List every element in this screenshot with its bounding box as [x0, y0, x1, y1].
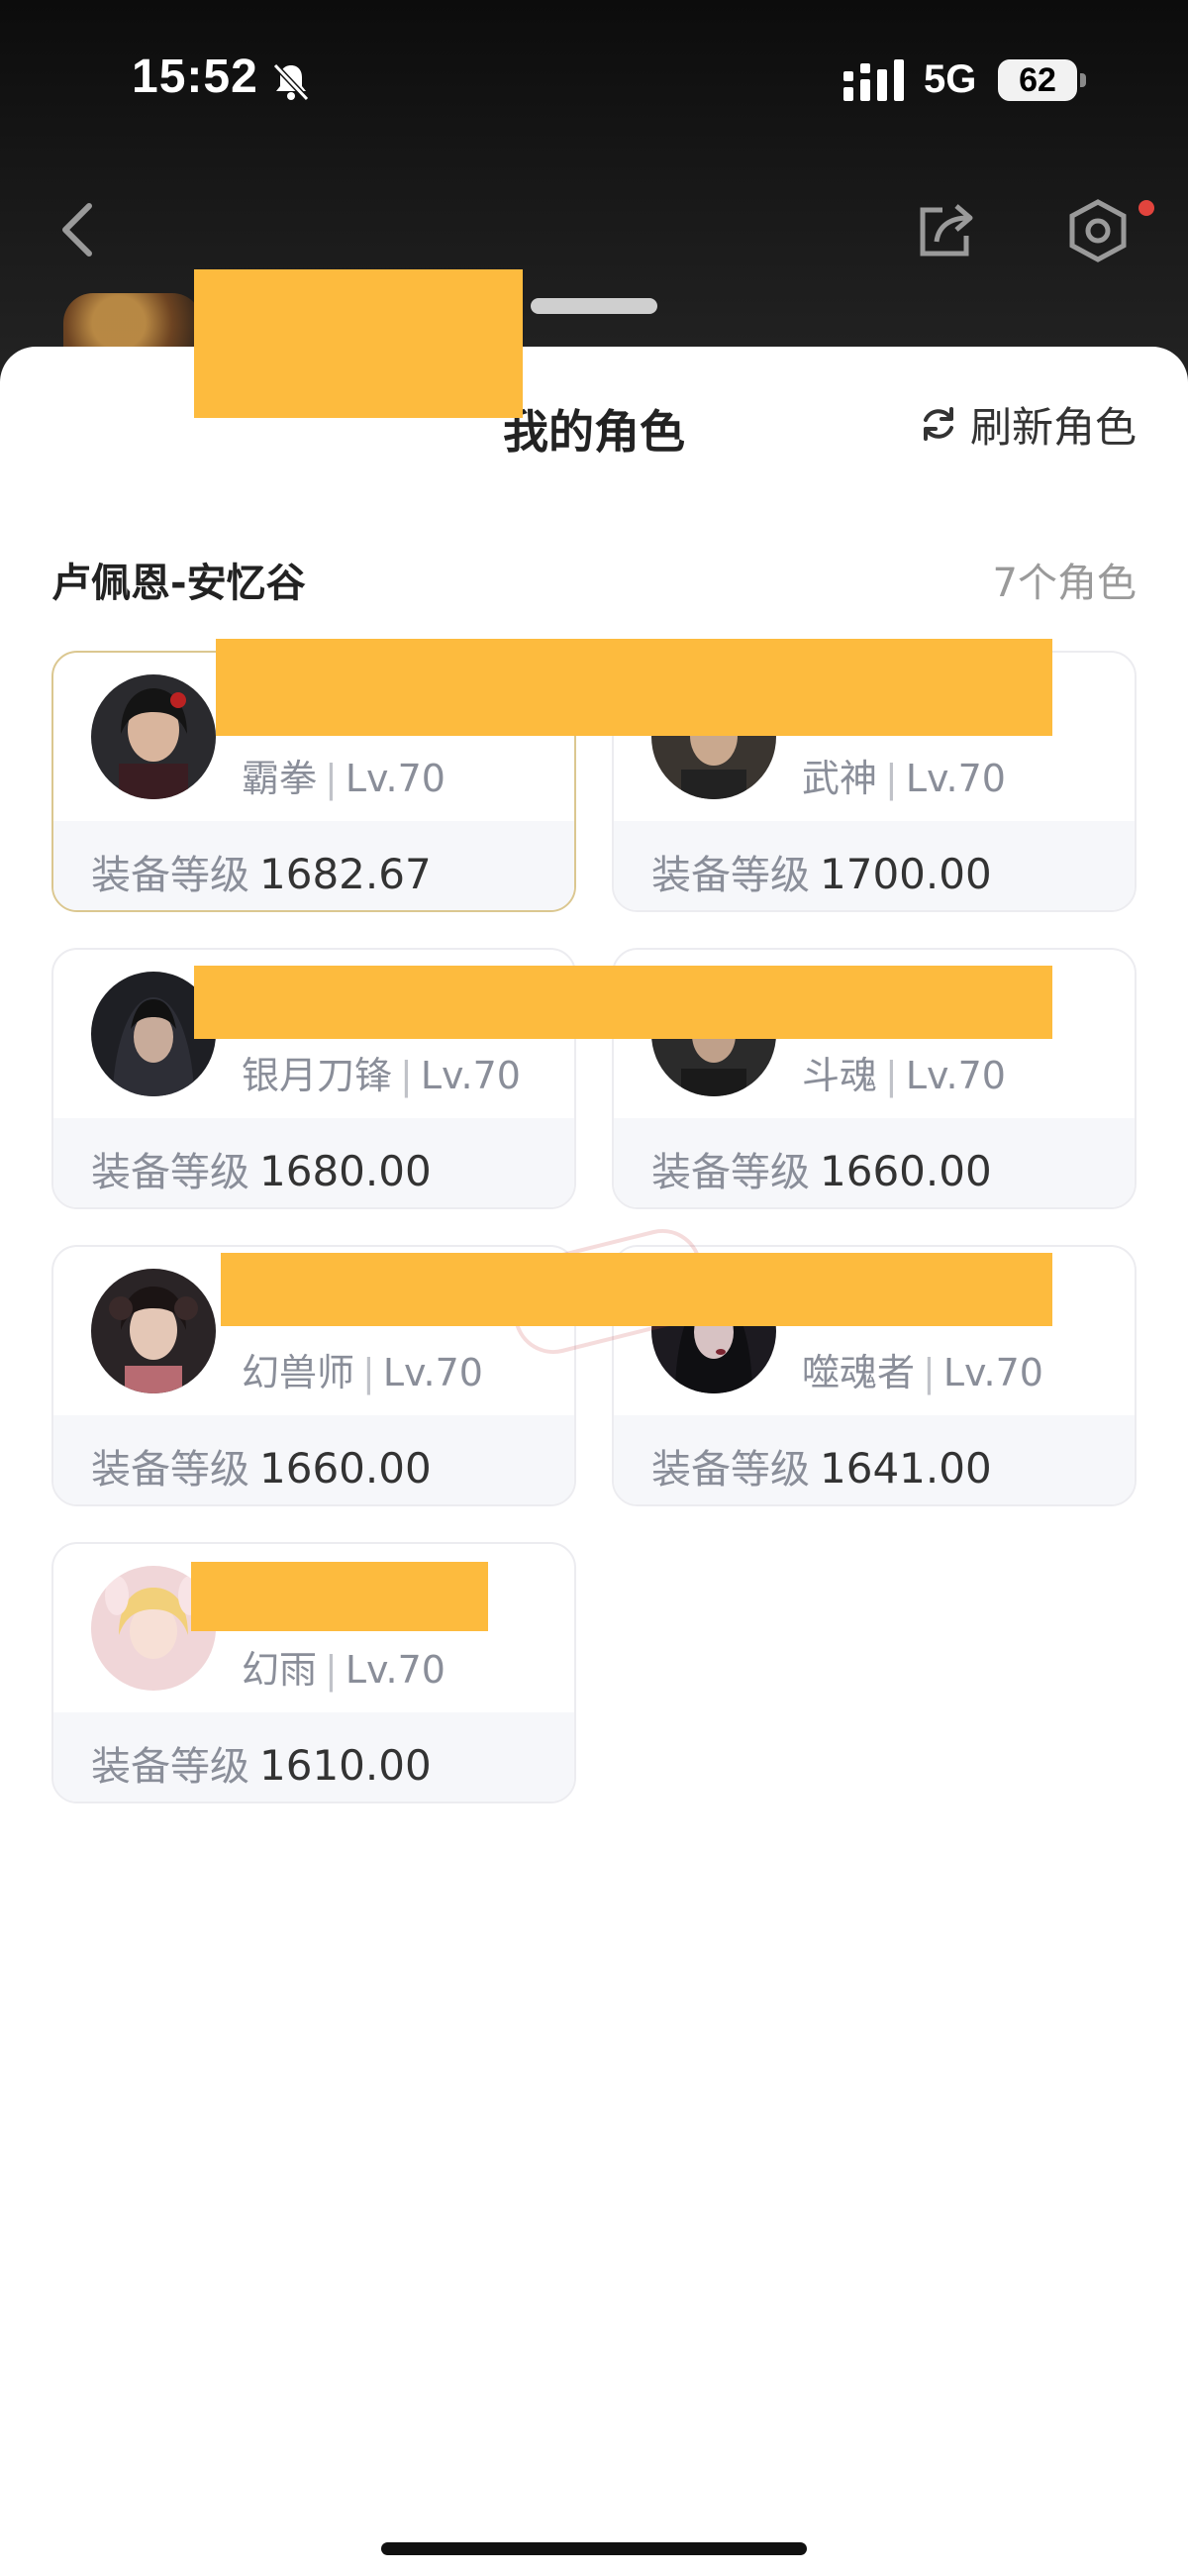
class-level: 斗魂 | Lv.70	[802, 1045, 1006, 1099]
gear-label: 装备等级	[651, 853, 810, 898]
class-level: 银月刀锋 | Lv.70	[242, 1045, 521, 1099]
character-avatar	[91, 1269, 216, 1393]
class-name: 噬魂者	[802, 1351, 916, 1394]
gear-label: 装备等级	[651, 1150, 810, 1195]
class-name: 银月刀锋	[242, 1054, 393, 1097]
separator: |	[362, 1351, 375, 1394]
separator: |	[923, 1351, 936, 1394]
gear-row: 装备等级 1660.00	[53, 1415, 574, 1504]
signal-bars-icon	[843, 59, 904, 101]
level: Lv.70	[905, 757, 1006, 800]
gear-label: 装备等级	[91, 1447, 249, 1493]
gear-row: 装备等级 1610.00	[53, 1712, 574, 1802]
notification-dot	[1138, 200, 1154, 216]
class-name: 幻雨	[242, 1648, 318, 1692]
gear-row: 装备等级 1660.00	[614, 1118, 1135, 1207]
refresh-label: 刷新角色	[969, 402, 1137, 452]
battery-level: 62	[1019, 61, 1056, 99]
gear-row: 装备等级 1680.00	[53, 1118, 574, 1207]
home-indicator[interactable]	[381, 2542, 807, 2555]
level: Lv.70	[905, 1054, 1006, 1097]
class-level: 噬魂者 | Lv.70	[802, 1342, 1043, 1396]
gear-label: 装备等级	[651, 1447, 810, 1493]
character-avatar	[91, 674, 216, 799]
gear-row: 装备等级 1682.67	[53, 821, 574, 910]
gear-label: 装备等级	[91, 1744, 249, 1790]
separator: |	[325, 1648, 338, 1692]
separator: |	[885, 1054, 898, 1097]
level: Lv.70	[382, 1351, 483, 1394]
class-name: 霸拳	[242, 757, 318, 800]
character-count: 7个角色	[992, 561, 1137, 606]
refresh-icon	[923, 407, 953, 441]
gear-score: 1700.00	[820, 850, 992, 898]
gear-row: 装备等级 1700.00	[614, 821, 1135, 910]
class-level: 霸拳 | Lv.70	[242, 748, 446, 802]
gear-label: 装备等级	[91, 853, 249, 898]
redaction-block	[194, 966, 1052, 1039]
refresh-characters-button[interactable]: 刷新角色	[919, 396, 1137, 452]
class-name: 斗魂	[802, 1054, 878, 1097]
class-name: 幻兽师	[242, 1351, 355, 1394]
redaction-block	[221, 1253, 1052, 1326]
level: Lv.70	[345, 757, 446, 800]
gear-row: 装备等级 1641.00	[614, 1415, 1135, 1504]
gear-score: 1610.00	[259, 1741, 432, 1790]
network-type: 5G	[924, 57, 977, 101]
battery-tip	[1080, 73, 1086, 87]
level: Lv.70	[420, 1054, 521, 1097]
settings-hex-icon[interactable]	[1065, 198, 1131, 263]
separator: |	[400, 1054, 413, 1097]
level: Lv.70	[345, 1648, 446, 1692]
gear-score: 1660.00	[820, 1147, 992, 1195]
class-level: 幻雨 | Lv.70	[242, 1639, 446, 1694]
level: Lv.70	[942, 1351, 1043, 1394]
gear-score: 1680.00	[259, 1147, 432, 1195]
share-icon[interactable]	[913, 198, 978, 261]
class-name: 武神	[802, 757, 878, 800]
status-time: 15:52	[132, 51, 258, 103]
redaction-block	[191, 1562, 488, 1631]
separator: |	[885, 757, 898, 800]
class-level: 幻兽师 | Lv.70	[242, 1342, 483, 1396]
bell-muted-icon	[272, 62, 310, 102]
back-icon[interactable]	[51, 198, 103, 261]
gear-label: 装备等级	[91, 1150, 249, 1195]
battery-icon: 62	[998, 59, 1077, 101]
gear-score: 1641.00	[820, 1444, 992, 1493]
gear-score: 1682.67	[259, 850, 432, 898]
server-name: 卢佩恩-安忆谷	[51, 561, 306, 606]
sheet-drag-handle[interactable]	[531, 298, 657, 314]
separator: |	[325, 757, 338, 800]
game-thumbnail	[63, 293, 202, 353]
class-level: 武神 | Lv.70	[802, 748, 1006, 802]
redaction-block	[216, 639, 1052, 736]
gear-score: 1660.00	[259, 1444, 432, 1493]
redaction-block	[194, 269, 523, 418]
